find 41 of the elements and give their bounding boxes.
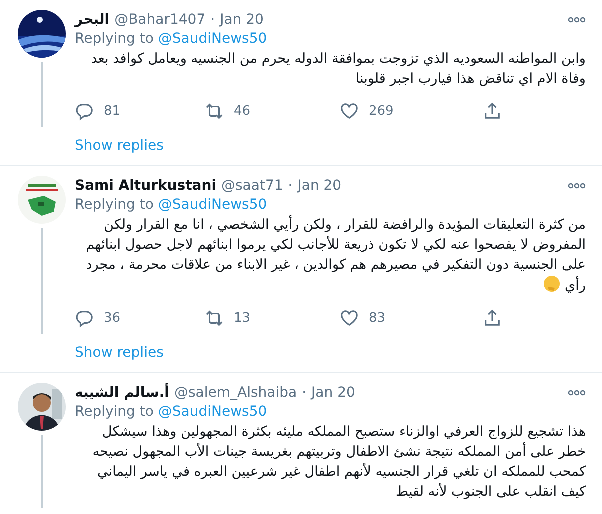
tweet-text: وابن المواطنه السعوديه الذي تزوجت بموافقة الدوله يحرم من الجنسيه ويعامل كوافد بعد وفاة الام اي تناقض هذا فيارب اجبر قلوبنا [90,50,586,89]
separator-dot: · [210,12,216,28]
tweet-text: من كثرة التعليقات المؤيدة والرافضة للقرار ، ولكن رأيي الشخصي ، انا مع القرار ولكن المفروض لا يفصحوا عنه لكي لا تكون ذريعة للأجانب لكي يرموا ابنائهم لاجل حصول ابنائهم على الجنسية دون التفكير في مصيرهم هم كوالدين ، غير الابناء من علاقات محرمة ، مجرد رأي [85,215,586,296]
author-handle[interactable]: @saat71 [222,178,284,194]
retweet-count: 13 [234,310,251,326]
show-replies-link[interactable]: Show replies [75,345,164,361]
retweet-icon[interactable] [205,102,224,120]
reply-count: 81 [104,104,121,118]
mention-link[interactable]: @SaudiNews50 [158,31,268,47]
separator-dot: · [302,385,307,401]
retweet-count: 46 [234,104,251,118]
retweet-icon[interactable] [205,308,224,328]
reply-icon[interactable] [75,102,94,120]
author-handle[interactable]: @Bahar1407 [114,12,206,28]
like-count: 83 [369,310,386,326]
heart-icon[interactable] [340,308,359,328]
replying-label: Replying to [75,404,154,420]
separator-dot: · [288,178,293,194]
like-count: 269 [369,104,394,118]
tweet-date[interactable]: Jan 20 [220,12,264,28]
more-icon[interactable] [568,17,586,23]
author-name[interactable]: البحر [75,12,110,28]
mention-link[interactable]: @SaudiNews50 [158,404,268,420]
share-icon[interactable] [483,308,502,328]
author-handle[interactable]: @salem_Alshaiba [174,385,298,401]
show-replies-link[interactable]: Show replies [75,138,164,154]
mention-link[interactable]: @SaudiNews50 [158,197,268,213]
author-name[interactable]: Sami Alturkustani [75,178,217,194]
share-icon[interactable] [483,102,502,120]
thinking-emoji-icon [543,275,562,293]
heart-icon[interactable] [340,102,359,120]
tweet-date[interactable]: Jan 20 [298,178,342,194]
replying-label: Replying to [75,197,154,213]
author-name[interactable]: أ.سالم الشيبه [75,385,170,401]
tweet-date[interactable]: Jan 20 [312,385,356,401]
more-icon[interactable] [568,390,586,396]
replying-label: Replying to [75,31,154,47]
reply-icon[interactable] [75,308,94,328]
tweet-text: هذا تشجيع للزواج العرفي اوالزناء ستصبح المملكه مليئه بكثرة المجهولين وهذا سيشكل خطر على أمن المملكه نتيجة نشئ الاطفال وتربيتهم بغريسة جينات الأب المجهول نصيحه كمحب للمملكه ان تلغي قرار الجنسيه لأنهم اطفال غير شرعيين العبره في ياسر اليماني كيف انقلب على الجنوب لأنه لقيط [92,423,586,502]
reply-count: 36 [104,310,121,326]
more-icon[interactable] [568,183,586,189]
